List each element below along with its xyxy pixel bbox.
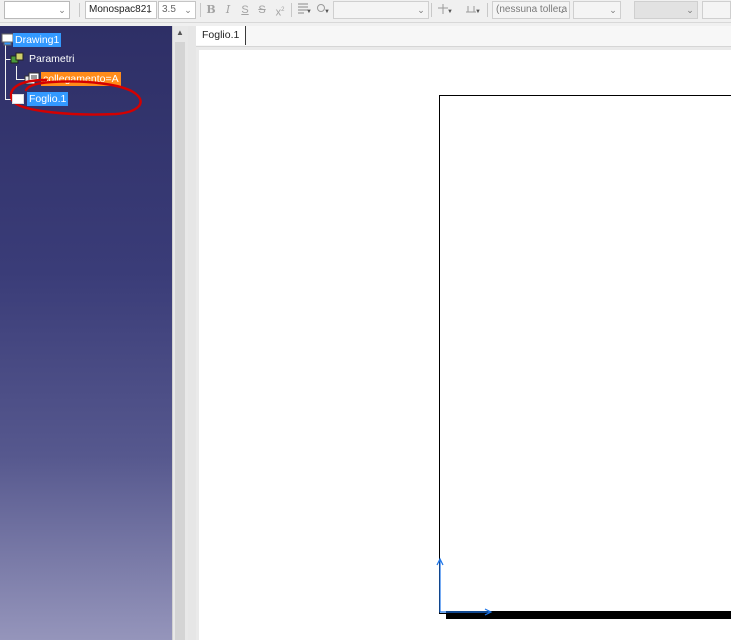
font-name-combo[interactable]: Monospac821 ⌄ bbox=[85, 1, 157, 19]
chevron-down-icon: ⌄ bbox=[184, 5, 192, 15]
scrollbar-thumb[interactable] bbox=[175, 42, 185, 640]
format-combo[interactable] bbox=[702, 1, 731, 19]
chevron-down-icon: ⌄ bbox=[686, 5, 694, 15]
tree-node-label: Foglio.1 bbox=[27, 92, 69, 106]
chevron-down-icon: ⌄ bbox=[417, 5, 425, 15]
chevron-down-icon: ▼ bbox=[324, 9, 330, 15]
axis-system-icon bbox=[436, 557, 493, 616]
tree-node-label: Parametri bbox=[29, 53, 75, 65]
justification-icon[interactable]: ▼ bbox=[296, 2, 312, 18]
underline-button[interactable]: S bbox=[237, 2, 253, 18]
toolbar-separator bbox=[200, 3, 201, 17]
superscript-button[interactable]: x2 bbox=[272, 2, 288, 19]
chevron-down-icon: ⌄ bbox=[609, 5, 617, 15]
tolerance-value-combo[interactable]: ⌄ bbox=[573, 1, 621, 19]
text-properties-toolbar: ⌄ Monospac821 ⌄ 3.5 ⌄ B I S S x2 ▼ ▼ ⌄ ▼… bbox=[0, 0, 731, 23]
sheet-icon bbox=[12, 94, 24, 107]
toolbar-separator bbox=[291, 3, 292, 17]
font-size-combo[interactable]: 3.5 ⌄ bbox=[158, 1, 196, 19]
bold-button[interactable]: B bbox=[203, 2, 219, 18]
tolerance-combo[interactable]: (nessuna tollera ⌄ bbox=[492, 1, 570, 19]
chevron-down-icon: ⌄ bbox=[145, 5, 153, 15]
specification-tree: Drawing1 Parametri collegamento=A Foglio… bbox=[0, 26, 172, 640]
chevron-up-icon[interactable]: ▲ bbox=[175, 28, 185, 38]
dimension-frame-icon[interactable]: ▼ bbox=[463, 2, 481, 18]
drawing-sheet-frame bbox=[439, 95, 731, 614]
toolbar-separator bbox=[79, 3, 80, 17]
chevron-down-icon: ▼ bbox=[447, 9, 453, 15]
toolbar-separator bbox=[487, 3, 488, 17]
frame-combo[interactable]: ⌄ bbox=[333, 1, 429, 19]
tree-node-parametri[interactable]: Parametri bbox=[10, 52, 100, 66]
style-combo[interactable]: ⌄ bbox=[4, 1, 70, 19]
sheet-tab-bar: Foglio.1 bbox=[196, 26, 731, 47]
tree-node-foglio1[interactable]: Foglio.1 bbox=[10, 92, 80, 106]
tree-node-label: Drawing1 bbox=[13, 33, 62, 47]
parameters-icon bbox=[10, 52, 25, 69]
dimension-position-icon[interactable]: ▼ bbox=[435, 2, 453, 18]
chevron-down-icon: ▼ bbox=[306, 9, 312, 15]
precision-combo[interactable]: ⌄ bbox=[634, 1, 698, 19]
toolbar-separator bbox=[431, 3, 432, 17]
chevron-down-icon: ⌄ bbox=[58, 5, 66, 15]
chevron-down-icon: ▼ bbox=[475, 9, 481, 15]
strikethrough-button[interactable]: S bbox=[254, 2, 270, 18]
tab-foglio1[interactable]: Foglio.1 bbox=[196, 26, 247, 45]
tree-node-drawing1[interactable]: Drawing1 bbox=[0, 33, 80, 47]
splitter[interactable] bbox=[188, 26, 196, 640]
font-size-value: 3.5 bbox=[162, 4, 176, 15]
anchor-point-icon[interactable]: ▼ bbox=[314, 2, 330, 18]
italic-button[interactable]: I bbox=[220, 2, 236, 18]
chevron-down-icon: ⌄ bbox=[558, 5, 566, 15]
tree-scrollbar[interactable]: ▲ bbox=[172, 26, 188, 640]
font-name-value: Monospac821 bbox=[89, 4, 152, 15]
